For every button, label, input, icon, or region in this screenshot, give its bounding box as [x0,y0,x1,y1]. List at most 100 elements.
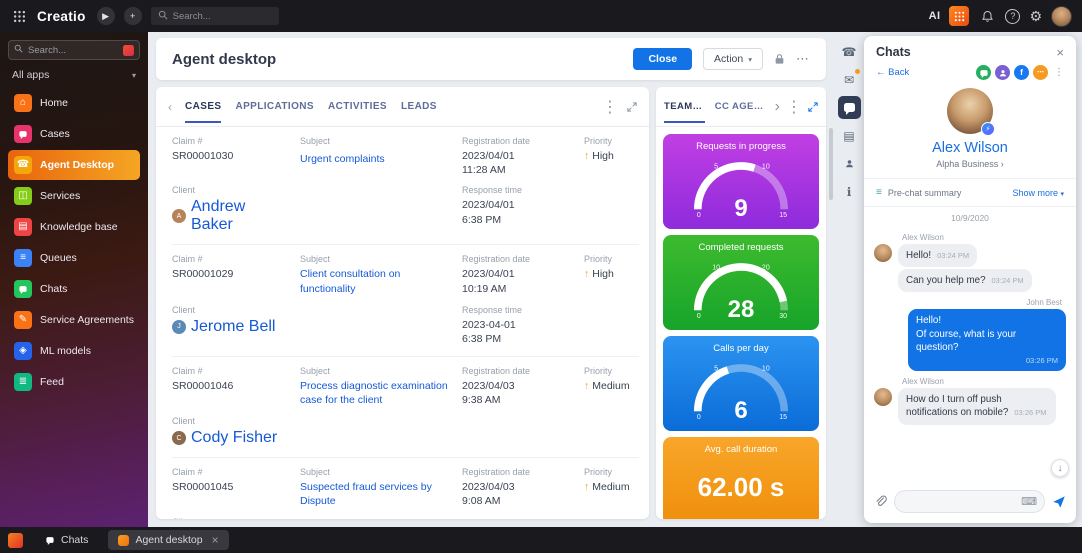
keyboard-icon[interactable]: ⌨ [1021,495,1037,508]
global-search-input[interactable]: Search... [151,7,279,25]
tab-cases[interactable]: CASES [185,101,221,123]
close-button[interactable]: Close [633,48,692,70]
settings-gear-icon[interactable]: ⚙ [1029,9,1042,23]
client-avatar: A [172,209,186,223]
message-bubble: Can you help me?03:24 PM [898,269,1032,292]
expand-icon[interactable] [627,102,637,112]
case-row[interactable]: Claim # SR00001029 Subject Client consul… [172,245,639,357]
send-button[interactable] [1052,495,1066,509]
more-options-icon[interactable]: ⋯ [796,51,810,67]
chat-message-input[interactable]: ⌨ [894,490,1045,513]
subject-link[interactable]: Client consultation on functionality [300,267,452,295]
message-bubble: Hello!03:24 PM [898,244,977,267]
svg-text:10: 10 [762,365,770,372]
sidebar-item-chats[interactable]: Chats [8,274,140,304]
add-button[interactable]: + [124,7,142,25]
cases-panel: ‹ CASES APPLICATIONS ACTIVITIES LEADS ⋮ Cla… [156,87,649,519]
taskbar-tab-chats[interactable]: Chats [35,530,98,550]
tab-applications[interactable]: APPLICATIONS [235,101,314,123]
sidebar-item-knowledge-base[interactable]: ▤ Knowledge base [8,212,140,242]
message-text: Can you help me? [906,275,986,286]
user-avatar[interactable] [1051,6,1072,27]
channel-contact-icon[interactable] [995,65,1010,80]
back-link[interactable]: ← Back [876,67,909,78]
case-row[interactable]: Claim # SR00001046 Subject Process diagn… [172,357,639,458]
workspace-apps-button[interactable] [949,6,969,26]
ai-button[interactable]: AI [929,10,941,22]
tab-team-kpis[interactable]: TEAM KPIS [664,101,705,123]
chat-bubble-glyph [844,103,855,112]
kpi-expand-icon[interactable] [808,102,818,112]
client-link[interactable]: Jerome Bell [191,318,275,336]
phone-icon[interactable]: ☎ [838,40,861,63]
play-button[interactable]: ▶ [97,7,115,25]
back-label: Back [888,67,909,78]
contact-block: ⚡ Alex Wilson Alpha Business › [864,86,1076,179]
sidebar-item-cases[interactable]: Cases [8,119,140,149]
kpi-title: Completed requests [671,242,811,253]
cases-tabs: CASES APPLICATIONS ACTIVITIES LEADS [185,101,437,123]
subject-link[interactable]: Urgent complaints [300,152,385,166]
channel-more-icon[interactable]: ⋯ [1033,65,1048,80]
cases-list: Claim # SR00001030 Subject Urgent compla… [156,127,649,519]
taskbar-start-icon[interactable] [8,533,23,548]
kebab-menu-icon[interactable]: ⋮ [786,97,802,117]
app-launcher-grid-icon[interactable] [10,7,28,25]
tab-leads[interactable]: LEADS [401,101,437,123]
form-icon[interactable]: ▤ [838,124,861,147]
tab-cc-agent-ho[interactable]: CC AGENT HO [715,101,767,123]
taskbar-tab-label: Agent desktop [135,534,202,546]
action-button[interactable]: Action ▾ [703,48,763,70]
sidebar-item-service-agreements[interactable]: ✎ Service Agreements [8,305,140,335]
channel-chat-icon[interactable] [976,65,991,80]
registration-date-value: 2023/04/01 11:28 AM [462,149,574,177]
chat-close-icon[interactable]: × [1056,46,1064,59]
claim-label: Claim # [172,366,290,376]
sidebar-item-agent-desktop[interactable]: ☎ Agent Desktop [8,150,140,180]
case-row[interactable]: Claim # SR00001045 Subject Suspected fra… [172,458,639,519]
kpi-value: 62.00 s [671,455,811,519]
taskbar-tab-agent-desktop[interactable]: Agent desktop × [108,530,228,550]
sidebar-item-label: Queues [40,252,77,264]
sidebar-item-feed[interactable]: ≣ Feed [8,367,140,397]
chat-message: Alex Wilson Hello!03:24 PM [874,233,1066,267]
message-avatar [874,244,892,262]
tabs-scroll-left-icon[interactable]: ‹ [168,100,172,123]
client-link[interactable]: Andrew Baker [191,198,290,234]
sidebar-item-services[interactable]: ◫ Services [8,181,140,211]
lock-icon[interactable] [774,53,785,65]
case-row[interactable]: Claim # SR00001030 Subject Urgent compla… [172,127,639,245]
priority-up-icon: ↑ [584,268,589,280]
sidebar-item-ml-models[interactable]: ◈ ML models [8,336,140,366]
contact-name-link[interactable]: Alex Wilson [864,140,1076,156]
tab-close-icon[interactable]: × [212,534,219,546]
kpi-title: Requests in progress [671,141,811,152]
kebab-menu-icon[interactable]: ⋮ [602,97,618,117]
sidebar-item-queues[interactable]: ≡ Queues [8,243,140,273]
tab-activities[interactable]: ACTIVITIES [328,101,387,123]
registration-date-value: 2023/04/03 9:08 AM [462,480,574,508]
sidebar-item-home[interactable]: ⌂ Home [8,88,140,118]
priority-label: Priority [584,136,639,146]
scroll-to-bottom-button[interactable]: ↓ [1051,459,1069,477]
all-apps-dropdown[interactable]: All apps ▾ [8,60,140,88]
client-label: Client [172,305,290,315]
help-icon[interactable]: ? [1005,9,1020,24]
chat-icon[interactable] [838,96,861,119]
show-more-link[interactable]: Show more ▾ [1012,188,1064,198]
contacts-icon[interactable] [838,152,861,175]
info-icon[interactable]: ℹ [838,180,861,203]
channels-kebab-icon[interactable]: ⋮ [1054,67,1064,78]
contact-company-link[interactable]: Alpha Business › [864,159,1076,169]
tabs-scroll-right-icon[interactable]: › [775,98,780,116]
notifications-bell-icon[interactable] [978,7,996,25]
sidebar-search-input[interactable]: Search... [8,40,140,60]
attach-file-icon[interactable] [874,495,887,508]
channel-facebook-icon[interactable]: f [1014,65,1029,80]
mail-icon[interactable]: ✉ [838,68,861,91]
client-link[interactable]: Cody Fisher [191,429,277,447]
main-scrollbar[interactable] [829,128,833,200]
subject-link[interactable]: Process diagnostic examination case for … [300,379,452,407]
subject-label: Subject [300,467,452,477]
subject-link[interactable]: Suspected fraud services by Dispute [300,480,452,508]
